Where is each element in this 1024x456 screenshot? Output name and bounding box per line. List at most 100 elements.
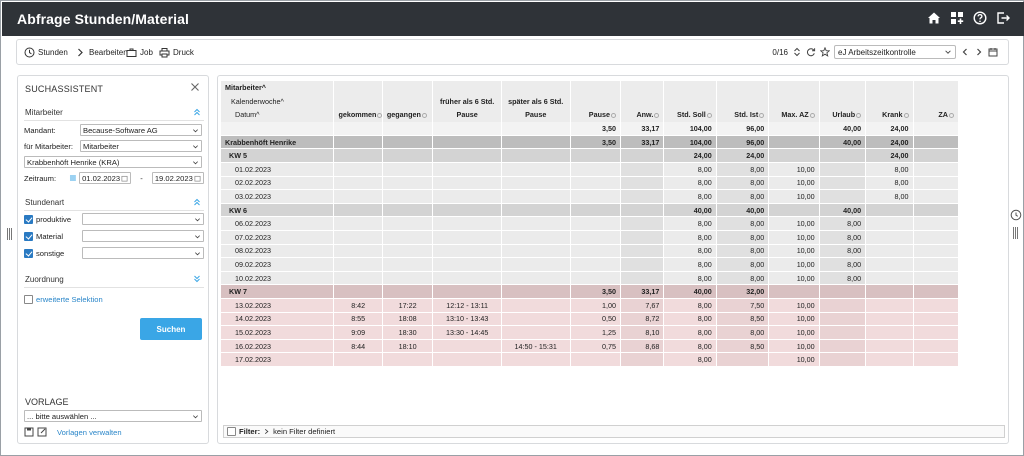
cell-gegangen	[382, 135, 434, 150]
cell-gekommen	[333, 203, 383, 218]
col-gegangen[interactable]: gegangen	[382, 108, 434, 122]
fuer-mitarbeiter-select[interactable]: Mitarbeiter	[80, 140, 202, 152]
suchen-button[interactable]: Suchen	[140, 318, 202, 340]
cell-za	[913, 135, 959, 150]
chevron-down-icon	[193, 128, 198, 132]
close-icon[interactable]	[190, 82, 200, 92]
section-stundenart[interactable]: Stundenart	[24, 195, 204, 211]
sort-icon	[856, 113, 862, 119]
col-max-az[interactable]: Max. AZ	[768, 108, 820, 122]
day-row[interactable]: 01.02.2023 8,00 8,00 10,00 8,00	[221, 162, 959, 177]
group-kw-header[interactable]: Kalenderwoche^	[221, 94, 335, 109]
day-row[interactable]: 07.02.2023 8,00 8,00 10,00 8,00	[221, 230, 959, 245]
sort-updown-icon[interactable]	[792, 47, 802, 57]
erweiterte-selektion-checkbox[interactable]	[24, 295, 33, 304]
sonstige-checkbox[interactable]	[24, 248, 33, 258]
group-mitarbeiter-header[interactable]: Mitarbeiter^	[221, 81, 335, 95]
help-icon[interactable]	[973, 11, 987, 25]
vorlagen-verwalten-link[interactable]: Vorlagen verwalten	[57, 428, 122, 437]
row-label: 08.02.2023	[221, 244, 335, 259]
day-row[interactable]: 15.02.2023 9:09 18:30 13:30 - 14:45 1,25 8,10…	[221, 325, 959, 340]
day-row[interactable]: 14.02.2023 8:55 18:08 13:10 - 13:43 0,50 8,72…	[221, 312, 959, 327]
history-clock-icon[interactable]	[1010, 209, 1022, 221]
week-row[interactable]: KW 5 24,00 24,00 24,00	[221, 148, 959, 164]
cell-krank	[865, 352, 914, 367]
cell-pause-early	[432, 257, 502, 272]
col-pause[interactable]: Pause	[570, 108, 621, 122]
logout-icon[interactable]	[996, 11, 1010, 25]
cell-za	[913, 271, 959, 286]
chevron-down-icon	[195, 217, 200, 221]
druck-button[interactable]: Druck	[159, 47, 194, 58]
list-icon[interactable]	[69, 174, 77, 182]
col-za[interactable]: ZA	[913, 108, 959, 122]
sonstige-select[interactable]	[82, 247, 204, 259]
group-datum-header[interactable]: Datum^	[221, 108, 335, 122]
cell-soll: 8,00	[663, 352, 717, 367]
day-row[interactable]: 10.02.2023 8,00 8,00 10,00 8,00	[221, 271, 959, 286]
chevron-left-icon[interactable]	[960, 47, 970, 57]
day-row[interactable]: 03.02.2023 8,00 8,00 10,00 8,00	[221, 189, 959, 204]
home-icon[interactable]	[927, 11, 941, 25]
col-std-soll[interactable]: Std. Soll	[663, 108, 717, 122]
cell-max-az	[768, 135, 820, 150]
col-anw[interactable]: Anw.	[620, 108, 665, 122]
col-pause-early[interactable]: Pause	[432, 108, 502, 122]
date-to-input[interactable]: 19.02.2023	[151, 172, 205, 184]
section-zuordnung[interactable]: Zuordnung	[24, 272, 204, 288]
day-row[interactable]: 17.02.2023 8,00 10,00	[221, 352, 959, 367]
cell-za	[913, 203, 959, 218]
col-urlaub[interactable]: Urlaub	[819, 108, 867, 122]
erweiterte-selektion-link[interactable]: erweiterte Selektion	[36, 295, 103, 304]
cell-pause-late	[501, 284, 571, 299]
day-row[interactable]: 02.02.2023 8,00 8,00 10,00 8,00	[221, 176, 959, 191]
mandant-select[interactable]: Because-Software AG	[80, 124, 202, 136]
cell-ist: 40,00	[716, 203, 770, 218]
material-checkbox[interactable]	[24, 231, 33, 241]
row-label: 02.02.2023	[221, 176, 335, 191]
stunden-button[interactable]: Stunden	[24, 47, 68, 58]
calendar-icon[interactable]	[988, 47, 998, 57]
cell-pause-late	[501, 148, 571, 164]
date-from-input[interactable]: 01.02.2023	[79, 172, 132, 184]
cell-gekommen: 8:55	[333, 312, 383, 327]
cell-gekommen	[333, 284, 383, 299]
star-icon[interactable]	[820, 47, 830, 57]
job-button[interactable]: Job	[126, 47, 153, 58]
day-row[interactable]: 16.02.2023 8:44 18:10 14:50 - 15:31 0,75 8,68…	[221, 339, 959, 354]
bearbeiten-button[interactable]: Bearbeiten	[75, 47, 128, 58]
right-resize-handle[interactable]	[1013, 227, 1018, 239]
save-as-icon[interactable]	[37, 427, 47, 437]
material-select[interactable]	[82, 230, 204, 242]
day-row[interactable]: 13.02.2023 8:42 17:22 12:12 - 13:11 1,00 7,67…	[221, 298, 959, 313]
row-label: 13.02.2023	[221, 298, 335, 313]
week-row[interactable]: KW 6 40,00 40,00 40,00	[221, 203, 959, 218]
view-select[interactable]: eJ Arbeitszeitkontrolle	[834, 45, 956, 59]
col-gekommen[interactable]: gekommen	[333, 108, 383, 122]
day-row[interactable]: 06.02.2023 8,00 8,00 10,00 8,00	[221, 216, 959, 232]
produktive-checkbox[interactable]	[24, 214, 33, 224]
cell-pause-late	[501, 162, 571, 177]
week-row[interactable]: KW 7 3,50 33,17 40,00 32,00	[221, 284, 959, 299]
col-krank[interactable]: Krank	[865, 108, 914, 122]
day-row[interactable]: 09.02.2023 8,00 8,00 10,00 8,00	[221, 257, 959, 272]
employee-row[interactable]: Krabbenhöft Henrike 3,50 33,17 104,00 96,00 4…	[221, 135, 959, 150]
cell-gekommen	[333, 257, 383, 272]
person-select[interactable]: Krabbenhöft Henrike (KRA)	[24, 156, 202, 168]
total-ist: 96,00	[716, 121, 770, 136]
col-pause-late[interactable]: Pause	[501, 108, 571, 122]
left-resize-handle[interactable]	[7, 228, 12, 240]
day-row[interactable]: 08.02.2023 8,00 8,00 10,00 8,00	[221, 244, 959, 259]
produktive-select[interactable]	[82, 213, 204, 225]
filter-checkbox[interactable]	[227, 427, 236, 436]
chevron-right-icon[interactable]	[974, 47, 984, 57]
save-icon[interactable]	[24, 427, 34, 437]
col-std-ist[interactable]: Std. Ist	[716, 108, 770, 122]
vorlage-select[interactable]: ... bitte auswählen ...	[24, 410, 202, 422]
section-mitarbeiter[interactable]: Mitarbeiter	[24, 105, 204, 121]
dashboard-icon[interactable]	[950, 11, 964, 25]
cell-max-az: 10,00	[768, 312, 820, 327]
refresh-icon[interactable]	[806, 47, 816, 57]
cell-pause-late	[501, 257, 571, 272]
cell-gekommen	[333, 216, 383, 232]
